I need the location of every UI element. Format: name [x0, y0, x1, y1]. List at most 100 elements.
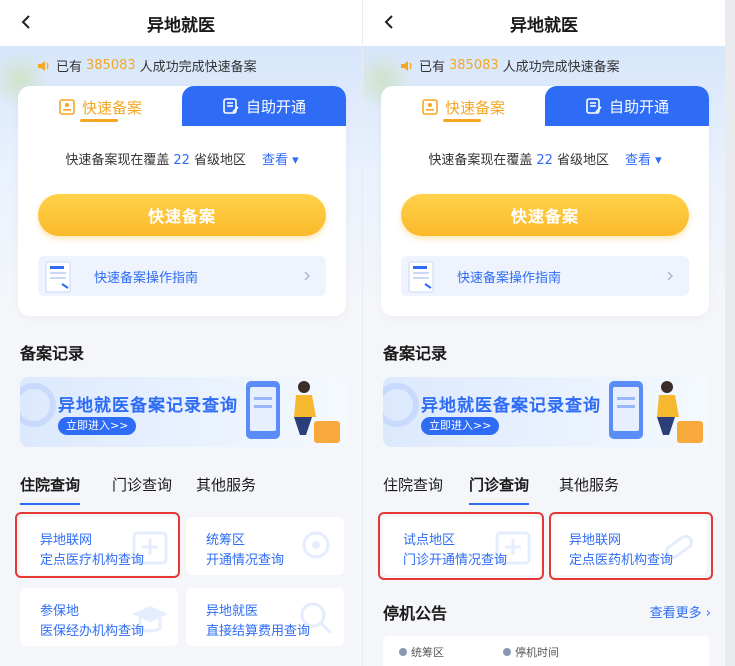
filing-guide-link[interactable]: 快速备案操作指南 [38, 256, 326, 296]
coverage-view-link[interactable]: 查看 ▾ [262, 153, 299, 168]
filing-card: 快速备案 自助开通 快速备案现在覆盖 22 省级地区 查看 ▾ 快速备案 快速备案操作… [381, 86, 709, 316]
tab-self-service[interactable]: 自助开通 [545, 86, 709, 126]
tab-self-service[interactable]: 自助开通 [182, 86, 346, 126]
banner-enter-button[interactable]: 立即进入>> [58, 417, 137, 435]
banner-enter-button[interactable]: 立即进入>> [421, 417, 500, 435]
query-tabs: 住院查询 门诊查询 其他服务 [383, 474, 711, 505]
record-section-title: 备案记录 [383, 344, 448, 363]
tab-outpatient-label: 门诊查询 [469, 476, 530, 494]
record-section-title: 备案记录 [20, 344, 85, 363]
coverage-view-link[interactable]: 查看 ▾ [625, 153, 662, 168]
dot-icon [503, 648, 511, 656]
person-phone-illustration [609, 381, 703, 443]
notice-count: 385083 [86, 58, 136, 73]
service-line1: 异地联网 [40, 533, 93, 548]
speaker-icon [38, 60, 49, 71]
tab-inpatient-label: 住院查询 [20, 476, 81, 494]
tab-other-services[interactable]: 其他服务 [559, 474, 619, 495]
outage-section-title: 停机公告 [383, 604, 448, 623]
tab-underline [20, 503, 81, 505]
tab-underline [469, 503, 530, 505]
record-query-banner[interactable]: 异地就医备案记录查询 立即进入>> [383, 377, 709, 447]
success-notice: 已有 385083 人成功完成快速备案 [36, 56, 257, 75]
banner-headline: 异地就医备案记录查询 [421, 396, 601, 416]
coverage-info: 快速备案现在覆盖 22 省级地区 查看 ▾ [381, 149, 709, 168]
service-networked-pharmacy-institutions[interactable]: 异地联网 定点医药机构查询 [549, 517, 707, 575]
search-icon [300, 602, 333, 635]
service-line2: 定点医疗机构查询 [40, 553, 145, 568]
tab-self-label: 自助开通 [245, 97, 306, 116]
chevron-left-icon [384, 15, 393, 29]
service-line1: 统筹区 [206, 533, 246, 548]
hospital-icon [132, 531, 168, 565]
coverage-suffix: 省级地区 [556, 153, 609, 168]
notice-suffix: 人成功完成快速备案 [502, 60, 620, 75]
outage-col-time-label: 停机时间 [515, 646, 559, 659]
document-icon [408, 261, 434, 293]
guide-label: 快速备案操作指南 [94, 270, 199, 286]
tab-outpatient[interactable]: 门诊查询 [112, 474, 172, 495]
service-line2: 定点医药机构查询 [569, 553, 674, 568]
coverage-suffix: 省级地区 [193, 153, 246, 168]
id-card-icon [422, 99, 438, 115]
tab-fast-filing[interactable]: 快速备案 [381, 86, 545, 128]
tab-inpatient[interactable]: 住院查询 [383, 474, 443, 495]
chevron-right-icon [667, 271, 673, 281]
magnifier-decor [383, 383, 419, 427]
coverage-info: 快速备案现在覆盖 22 省级地区 查看 ▾ [18, 149, 346, 168]
service-settlement-fees[interactable]: 异地就医 直接结算费用查询 [186, 588, 344, 646]
filing-tabs: 快速备案 自助开通 [381, 86, 709, 126]
coverage-count: 22 [173, 153, 190, 168]
outage-table-header: 统筹区 停机时间 [383, 636, 709, 666]
service-line2: 医保经办机构查询 [40, 624, 145, 639]
tab-self-label: 自助开通 [608, 97, 669, 116]
left-screen: 异地就医 已有 385083 人成功完成快速备案 快速备案 自助开通 快速备案现… [0, 0, 362, 666]
service-line1: 异地就医 [206, 604, 259, 619]
service-pilot-area-outpatient[interactable]: 试点地区 门诊开通情况查询 [383, 517, 541, 575]
page-title: 异地就医 [510, 15, 578, 36]
chevron-left-icon [21, 15, 30, 29]
nav-bar: 异地就医 [0, 0, 362, 46]
notice-prefix: 已有 [56, 60, 83, 75]
service-pooling-area-status[interactable]: 统筹区 开通情况查询 [186, 517, 344, 575]
banner-headline: 异地就医备案记录查询 [58, 396, 238, 416]
tab-other-services[interactable]: 其他服务 [196, 474, 256, 495]
service-insurance-agency[interactable]: 参保地 医保经办机构查询 [20, 588, 178, 646]
outage-more-link[interactable]: 查看更多 › [650, 602, 711, 621]
service-networked-medical-institutions[interactable]: 异地联网 定点医疗机构查询 [20, 517, 178, 575]
fast-filing-button[interactable]: 快速备案 [38, 194, 326, 236]
service-line2: 门诊开通情况查询 [403, 553, 508, 568]
filing-guide-link[interactable]: 快速备案操作指南 [401, 256, 689, 296]
fast-filing-button[interactable]: 快速备案 [401, 194, 689, 236]
tab-underline [80, 119, 118, 122]
chevron-right-icon [304, 271, 310, 281]
id-card-icon [59, 99, 75, 115]
right-screen: 异地就医 已有 385083 人成功完成快速备案 快速备案 自助开通 快速备案现… [363, 0, 725, 666]
chevron-right-icon: › [705, 606, 711, 621]
person-phone-illustration [246, 381, 340, 443]
graduation-cap-icon [132, 606, 168, 633]
page-title: 异地就医 [147, 15, 215, 36]
magnifier-decor [20, 383, 56, 427]
tab-fast-label: 快速备案 [81, 98, 142, 117]
outage-col-area: 统筹区 [399, 644, 444, 660]
outage-col-time: 停机时间 [503, 644, 559, 660]
service-line1: 参保地 [40, 604, 80, 619]
back-button[interactable] [14, 10, 38, 34]
tab-fast-filing[interactable]: 快速备案 [18, 86, 182, 128]
pill-icon [664, 534, 694, 560]
document-icon [45, 261, 71, 293]
location-pin-icon [302, 531, 330, 559]
notice-count: 385083 [449, 58, 499, 73]
tab-inpatient[interactable]: 住院查询 [20, 474, 81, 505]
back-button[interactable] [377, 10, 401, 34]
tab-outpatient[interactable]: 门诊查询 [469, 474, 530, 505]
outage-col-area-label: 统筹区 [411, 646, 444, 659]
record-query-banner[interactable]: 异地就医备案记录查询 立即进入>> [20, 377, 346, 447]
coverage-prefix: 快速备案现在覆盖 [65, 153, 170, 168]
notice-prefix: 已有 [419, 60, 446, 75]
form-pen-icon [586, 98, 602, 114]
service-line2: 直接结算费用查询 [206, 624, 311, 639]
tab-fast-label: 快速备案 [444, 98, 505, 117]
tab-underline [443, 119, 481, 122]
